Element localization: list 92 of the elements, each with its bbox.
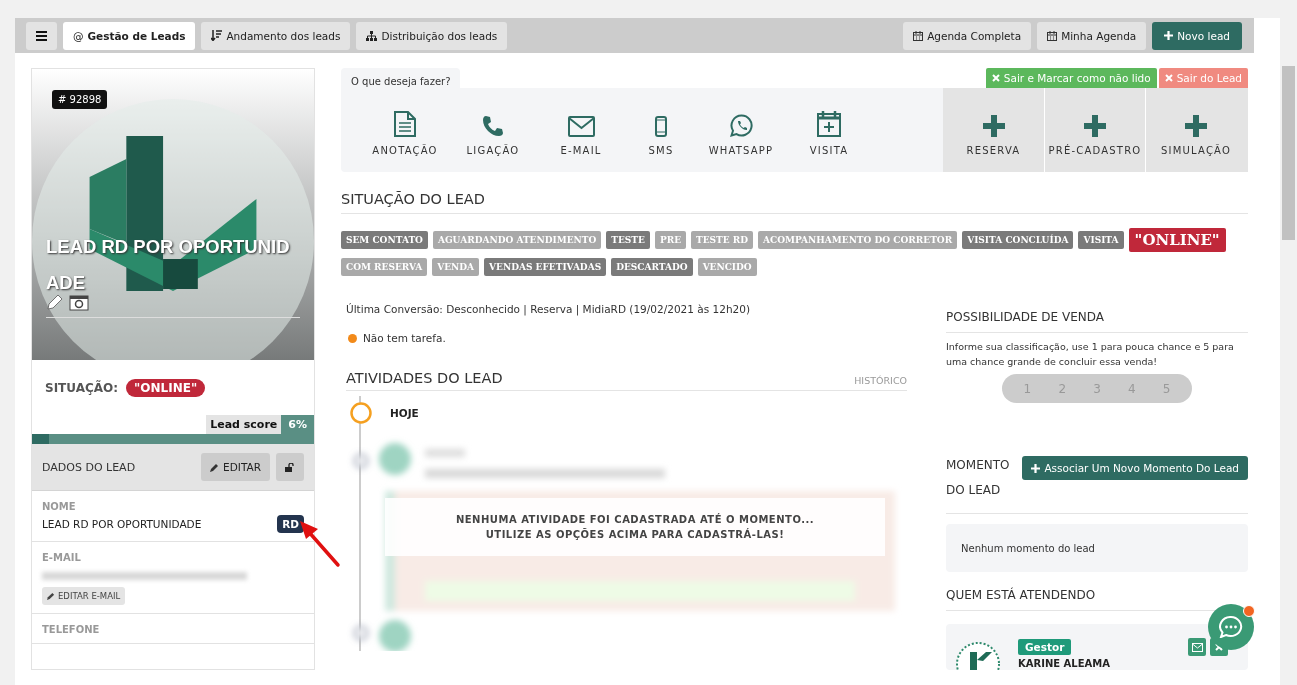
- status-tag[interactable]: VENDA: [432, 258, 480, 276]
- action-button[interactable]: E-MAIL: [537, 88, 625, 172]
- envelope-icon: [1191, 642, 1203, 652]
- section-title: DADOS DO LEAD: [42, 460, 136, 474]
- sort-icon: [211, 30, 223, 41]
- action-button[interactable]: WHATSAPP: [697, 88, 785, 172]
- notification-dot: [1243, 605, 1255, 617]
- field-label: E-MAIL: [42, 552, 82, 563]
- unlock-icon: [285, 462, 295, 472]
- history-link[interactable]: HISTÓRICO: [854, 375, 907, 386]
- pencil-icon[interactable]: [46, 294, 63, 311]
- camera-icon[interactable]: [69, 294, 89, 311]
- section-heading: ATIVIDADES DO LEAD: [346, 370, 503, 386]
- plus-icon: [982, 115, 1005, 137]
- status-tag[interactable]: VISITA: [1078, 231, 1124, 249]
- status-tag[interactable]: VENDAS EFETIVADAS: [484, 258, 607, 276]
- id-badge: # 92898: [52, 90, 108, 109]
- pencil-icon: [210, 462, 220, 472]
- action-button[interactable]: SIMULAÇÃO: [1145, 88, 1246, 172]
- rating-hint: Informe sua classificação, use 1 para pouca chance e 5 para uma chance grande de concluir essa venda!: [946, 340, 1235, 369]
- exit-button[interactable]: Sair e Marcar como não lido: [985, 68, 1157, 88]
- timeline-marker-icon: [350, 402, 372, 424]
- action-prompt: O que deseja fazer?: [341, 68, 461, 88]
- source-badge: RD: [277, 515, 304, 533]
- plus-icon: [1164, 31, 1174, 40]
- calendar-icon: [913, 30, 924, 41]
- tab[interactable]: Distribuição dos leads: [356, 21, 508, 50]
- chat-button[interactable]: [1208, 604, 1254, 650]
- action-button[interactable]: ANOTAÇÃO: [361, 88, 449, 172]
- chat-icon: [1219, 616, 1243, 638]
- lead-score-value: 6%: [281, 415, 314, 434]
- chat-phone-icon: [729, 114, 753, 137]
- mobile-phone-icon: [655, 116, 667, 137]
- unlock-button[interactable]: [276, 453, 304, 481]
- action-button[interactable]: VISITA: [785, 88, 873, 172]
- role-badge: Gestor: [1018, 639, 1072, 655]
- attendant-name: KARINE ALEAMA: [1018, 658, 1110, 670]
- action-button[interactable]: PRÉ-CADASTRO: [1044, 88, 1145, 172]
- plus-icon: [1185, 115, 1207, 137]
- status-tag[interactable]: COM RESERVA: [341, 258, 428, 276]
- status-tag[interactable]: DESCARTADO: [611, 258, 693, 276]
- menu-icon: [36, 30, 47, 41]
- task-text: Não tem tarefa.: [363, 332, 446, 344]
- hierarchy-icon: [366, 30, 378, 41]
- empty-moment-text: Nenhum momento do lead: [961, 542, 1095, 554]
- plus-icon: [1084, 115, 1106, 137]
- status-tag[interactable]: AGUARDANDO ATENDIMENTO: [432, 231, 602, 249]
- section-heading: SITUAÇÃO DO LEAD: [341, 191, 1248, 214]
- email-button[interactable]: [1188, 638, 1206, 656]
- status-tag[interactable]: ACOMPANHAMENTO DO CORRETOR: [758, 231, 958, 249]
- exit-button[interactable]: Sair do Lead: [1158, 68, 1248, 88]
- action-button[interactable]: SMS: [625, 88, 697, 172]
- toolbar-button[interactable]: Agenda Completa: [903, 21, 1032, 50]
- status-tag[interactable]: TESTE RD: [691, 231, 754, 249]
- toolbar-button[interactable]: Novo lead: [1152, 21, 1242, 50]
- pencil-icon: [47, 592, 55, 600]
- close-icon: [1164, 74, 1173, 82]
- menu-button[interactable]: [26, 21, 57, 50]
- close-icon: [991, 74, 1000, 82]
- phone-icon: [482, 115, 504, 137]
- situation-label: SITUAÇÃO:: [45, 380, 119, 395]
- situation-badge: "ONLINE": [126, 378, 206, 397]
- calendar-plus-icon: [817, 110, 841, 137]
- last-conversion-text: Última Conversão: Desconhecido | Reserva | MidiaRD (19/02/2021 às 12h20): [346, 303, 751, 315]
- tab[interactable]: @ Gestão de Leads: [63, 21, 196, 50]
- action-button[interactable]: RESERVA: [943, 88, 1044, 172]
- field-label: NOME: [42, 501, 77, 512]
- envelope-icon: [567, 116, 595, 137]
- plus-icon: [1031, 463, 1041, 473]
- today-label: HOJE: [390, 407, 419, 419]
- annotation-arrow: [298, 519, 342, 569]
- toolbar-button[interactable]: Minha Agenda: [1037, 21, 1147, 50]
- document-icon: [394, 111, 416, 137]
- calendar-icon: [1047, 30, 1058, 41]
- lead-score-label: Lead score: [206, 415, 282, 434]
- section-heading: POSSIBILIDADE DE VENDA: [946, 310, 1248, 333]
- edit-email-button[interactable]: EDITAR E-MAIL: [42, 587, 126, 605]
- status-dot-icon: [348, 333, 357, 343]
- field-label: TELEFONE: [42, 624, 101, 635]
- status-tag[interactable]: "ONLINE": [1128, 228, 1226, 252]
- action-button[interactable]: LIGAÇÃO: [449, 88, 537, 172]
- status-tag[interactable]: PRE: [654, 231, 687, 249]
- status-tag[interactable]: VENCIDO: [697, 258, 757, 276]
- edit-button[interactable]: EDITAR: [201, 453, 270, 481]
- status-tag[interactable]: SEM CONTATO: [341, 231, 428, 249]
- associate-moment-button[interactable]: Associar Um Novo Momento Do Lead: [1022, 456, 1248, 480]
- empty-activities-message: NENHUMA ATIVIDADE FOI CADASTRADA ATÉ O MOMENTO... UTILIZE AS OPÇÕES ACIMA PARA CADASTRÁ-LAS!: [385, 498, 885, 556]
- field-value: LEAD RD POR OPORTUNIDADE: [42, 518, 202, 530]
- status-tag[interactable]: TESTE: [606, 231, 650, 249]
- section-heading: MOMENTO DO LEAD: [946, 457, 1011, 499]
- status-tag[interactable]: VISITA CONCLUÍDA: [962, 231, 1074, 249]
- tab[interactable]: Andamento dos leads: [201, 21, 351, 50]
